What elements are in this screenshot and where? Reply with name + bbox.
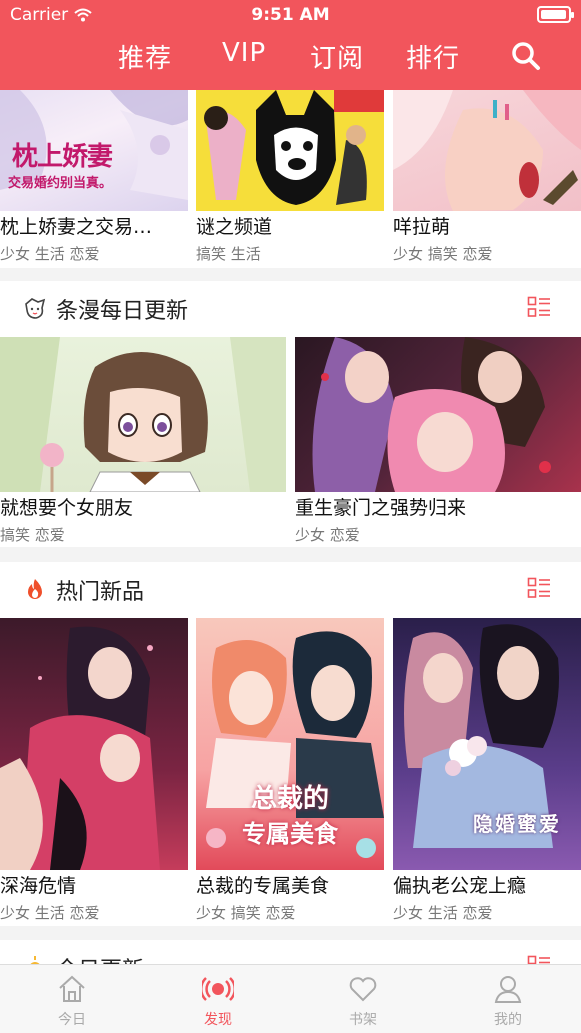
nav-profile[interactable]: 我的 (458, 973, 558, 1029)
cover-art (0, 626, 160, 870)
comic-tags: 少女 生活 恋爱 (0, 904, 100, 922)
battery-icon (537, 6, 574, 23)
nav-bookshelf[interactable]: 书架 (313, 973, 413, 1029)
comic-character-icon (25, 298, 46, 319)
comic-tags: 少女 恋爱 (295, 526, 360, 544)
comic-card[interactable]: 就想要个女朋友 搞笑 恋爱 (0, 337, 286, 547)
search-icon[interactable] (511, 41, 541, 71)
comic-tags: 少女 生活 恋爱 (393, 904, 493, 922)
section-hot-new: 热门新品 深海危情 少女 生活 恋爱 总裁的 专属美食 总裁的专属美食 少女 搞… (0, 562, 581, 926)
comic-cover (0, 337, 286, 492)
cover-title: 枕上娇妻 (12, 142, 113, 172)
comic-card[interactable]: 总裁的 专属美食 总裁的专属美食 少女 搞笑 恋爱 (196, 618, 384, 926)
comic-card[interactable]: 重生豪门之强势归来 少女 恋爱 (295, 337, 581, 547)
comic-cover: 总裁的 专属美食 (196, 618, 384, 870)
cover-subtitle: 交易婚约别当真。 (8, 176, 113, 191)
bottom-tab-bar: 今日 发现 书架 我的 (0, 964, 581, 1033)
section-title: 条漫每日更新 (56, 299, 189, 324)
comic-title: 枕上娇妻之交易… (0, 216, 153, 238)
comic-card[interactable]: 咩拉萌 少女 搞笑 恋爱 (393, 90, 581, 268)
cover-subtitle: 专属美食 (242, 820, 338, 848)
cover-art (0, 337, 286, 492)
cover-title: 隐婚蜜爱 (473, 812, 561, 836)
comic-card[interactable]: 隐婚蜜爱 偏执老公宠上瘾 少女 生活 恋爱 (393, 618, 581, 926)
list-view-icon[interactable] (527, 577, 551, 601)
tab-vip[interactable]: VIP (222, 38, 266, 68)
comic-cover (393, 90, 581, 211)
cover-art (312, 337, 551, 492)
comic-title: 深海危情 (0, 875, 77, 897)
comic-title: 就想要个女朋友 (0, 497, 134, 519)
section-today-update: 今日更新 (0, 940, 581, 964)
nav-label: 我的 (494, 1012, 522, 1028)
heart-icon (349, 977, 377, 1002)
comic-card[interactable]: 谜之频道 搞笑 生活 (196, 90, 384, 268)
home-icon (59, 975, 85, 1002)
comic-title: 总裁的专属美食 (196, 875, 330, 897)
status-bar: Carrier 9:51 AM (0, 0, 581, 30)
comic-card[interactable]: 枕上娇妻 交易婚约别当真。 枕上娇妻之交易… 少女 生活 恋爱 (0, 90, 188, 268)
nav-label: 书架 (349, 1012, 377, 1028)
tab-ranking[interactable]: 排行 (406, 38, 460, 75)
comic-cover: 枕上娇妻 交易婚约别当真。 (0, 90, 188, 211)
comic-title: 重生豪门之强势归来 (295, 497, 467, 519)
section-title: 热门新品 (56, 580, 145, 605)
top-tabs: 推荐 VIP 订阅 排行 (0, 38, 581, 83)
comic-tags: 搞笑 恋爱 (0, 526, 65, 544)
comic-cover (295, 337, 581, 492)
comic-cover (196, 90, 384, 211)
nav-discover[interactable]: 发现 (168, 973, 268, 1029)
section-title: 今日更新 (56, 952, 144, 964)
section-header: 热门新品 (0, 562, 581, 618)
cover-art (196, 90, 384, 211)
user-icon (494, 976, 522, 1003)
comic-title: 咩拉萌 (393, 216, 451, 238)
flame-icon (28, 579, 42, 599)
comic-tags: 少女 搞笑 恋爱 (393, 245, 493, 263)
section-header: 条漫每日更新 (0, 281, 581, 337)
cover-title: 总裁的 (250, 784, 329, 814)
nav-today[interactable]: 今日 (22, 973, 122, 1029)
comic-tags: 少女 搞笑 恋爱 (196, 904, 296, 922)
list-view-icon[interactable] (527, 296, 551, 320)
top-row-section: 枕上娇妻 交易婚约别当真。 枕上娇妻之交易… 少女 生活 恋爱 谜之频道 搞笑 … (0, 90, 581, 268)
comic-title: 偏执老公宠上瘾 (393, 875, 527, 897)
top-header: Carrier 9:51 AM 推荐 VIP 订阅 排行 (0, 0, 581, 90)
nav-label: 今日 (58, 1012, 86, 1028)
comic-cover: 隐婚蜜爱 (393, 618, 581, 870)
comic-tags: 少女 生活 恋爱 (0, 245, 100, 263)
comic-cover (0, 618, 188, 870)
section-daily-update: 条漫每日更新 就想要个女朋友 搞笑 恋爱 重生豪门之强势归来 少女 恋爱 (0, 281, 581, 547)
comic-card[interactable]: 深海危情 少女 生活 恋爱 (0, 618, 188, 926)
broadcast-icon (202, 977, 234, 1001)
comic-title: 谜之频道 (196, 216, 273, 238)
discover-feed[interactable]: 枕上娇妻 交易婚约别当真。 枕上娇妻之交易… 少女 生活 恋爱 谜之频道 搞笑 … (0, 90, 581, 964)
tab-recommend[interactable]: 推荐 (118, 38, 172, 75)
clock: 9:51 AM (251, 5, 330, 25)
nav-label: 发现 (204, 1012, 232, 1028)
tab-subscribe[interactable]: 订阅 (310, 38, 364, 75)
sun-icon (30, 956, 40, 964)
list-view-icon[interactable] (527, 955, 551, 964)
section-header: 今日更新 (0, 940, 581, 964)
cover-art (393, 90, 581, 211)
comic-tags: 搞笑 生活 (196, 245, 261, 263)
